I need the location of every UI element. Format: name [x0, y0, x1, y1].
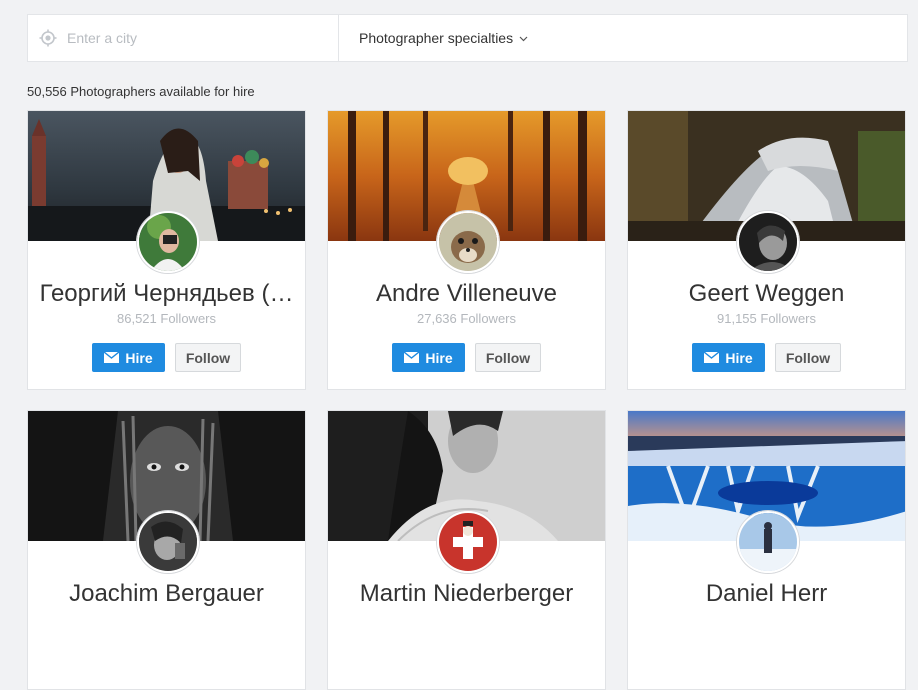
specialties-label: Photographer specialties — [359, 30, 514, 46]
follow-button[interactable]: Follow — [475, 343, 541, 372]
specialties-dropdown[interactable]: Photographer specialties — [359, 30, 528, 46]
location-target-icon[interactable] — [39, 29, 57, 47]
city-search[interactable] — [28, 15, 339, 61]
hire-label: Hire — [725, 349, 753, 366]
hire-button[interactable]: Hire — [692, 343, 765, 372]
chevron-down-icon — [519, 34, 528, 43]
avatar[interactable] — [737, 211, 799, 273]
results-count: 50,556 Photographers available for hire — [27, 84, 255, 99]
avatar[interactable] — [137, 511, 199, 573]
avatar[interactable] — [437, 211, 499, 273]
hire-button[interactable]: Hire — [92, 343, 165, 372]
envelope-icon — [704, 352, 720, 363]
photographer-card: Joachim Bergauer — [27, 410, 306, 690]
envelope-icon — [404, 352, 420, 363]
hire-label: Hire — [425, 349, 453, 366]
followers-count: 86,521 Followers — [117, 311, 216, 326]
photographer-name[interactable]: Geert Weggen — [638, 280, 895, 308]
search-bar: Photographer specialties — [27, 14, 908, 62]
envelope-icon — [104, 352, 120, 363]
hire-button[interactable]: Hire — [392, 343, 465, 372]
hire-label: Hire — [125, 349, 153, 366]
followers-count: 91,155 Followers — [717, 311, 816, 326]
photographer-name[interactable]: Martin Niederberger — [338, 580, 595, 608]
photographer-card: Daniel Herr — [627, 410, 906, 690]
photographer-card: Geert Weggen 91,155 Followers Hire Follo… — [627, 110, 906, 390]
photographer-name[interactable]: Andre Villeneuve — [338, 280, 595, 308]
photographer-card: Andre Villeneuve 27,636 Followers Hire F… — [327, 110, 606, 390]
follow-button[interactable]: Follow — [175, 343, 241, 372]
follow-button[interactable]: Follow — [775, 343, 841, 372]
photographer-name[interactable]: Joachim Bergauer — [38, 580, 295, 608]
city-input[interactable] — [65, 29, 309, 47]
avatar[interactable] — [137, 211, 199, 273]
photographer-card: Георгий Чернядьев (… 86,521 Followers Hi… — [27, 110, 306, 390]
photographer-name[interactable]: Daniel Herr — [638, 580, 895, 608]
followers-count: 27,636 Followers — [417, 311, 516, 326]
avatar[interactable] — [437, 511, 499, 573]
photographer-card: Martin Niederberger — [327, 410, 606, 690]
photographer-name[interactable]: Георгий Чернядьев (… — [38, 280, 295, 308]
avatar[interactable] — [737, 511, 799, 573]
